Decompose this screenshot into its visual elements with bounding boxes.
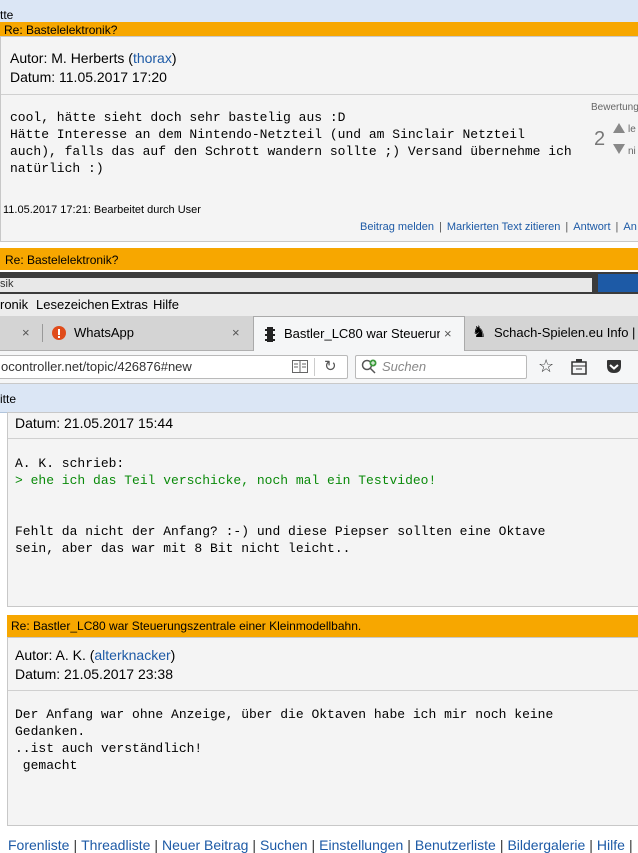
taskbar-text: sik	[0, 278, 14, 290]
post-header-next: Re: Bastelelektronik?	[0, 248, 638, 270]
post-2-quote: > ehe ich das Teil verschicke, noch mal …	[15, 473, 437, 488]
rating-up-label: le	[628, 124, 636, 135]
whatsapp-alert-icon	[52, 326, 66, 340]
tab-bastler-lc80[interactable]: Bastler_LC80 war Steuerungsz ×	[253, 316, 465, 351]
tab-schach-label: Schach-Spielen.eu Info | Sch	[494, 325, 638, 340]
post-header-1-text: Re: Bastelelektronik?	[4, 23, 118, 36]
post-header-3-text: Re: Bastler_LC80 war Steuerungszentrale …	[11, 619, 362, 633]
post-2: Datum: 21.05.2017 15:44 A. K. schrieb: >…	[7, 412, 638, 607]
rating-label: Bewertung	[591, 102, 638, 113]
reload-icon[interactable]: ↻	[324, 357, 337, 375]
report-post-link[interactable]: Beitrag melden	[360, 221, 434, 233]
post-1-divider	[1, 94, 638, 95]
url-bar[interactable]: ocontroller.net/topic/426876#new ↻	[0, 355, 348, 379]
footer-link-hilfe[interactable]: Hilfe	[597, 837, 625, 853]
search-placeholder: Suchen	[382, 359, 427, 374]
close-icon[interactable]: ×	[444, 317, 452, 351]
reply-with-quote-link[interactable]: An	[623, 221, 636, 233]
author-link-thorax[interactable]: thorax	[133, 50, 172, 66]
top-strip-text: tte	[0, 8, 14, 22]
reader-view-icon[interactable]	[292, 360, 308, 373]
post-3-date: Datum: 21.05.2017 23:38	[15, 666, 174, 682]
pocket-icon[interactable]	[606, 359, 622, 374]
post-2-date: Datum: 21.05.2017 15:44	[15, 415, 174, 431]
post-3-divider	[8, 690, 638, 691]
footer-link-neuer-beitrag[interactable]: Neuer Beitrag	[162, 837, 248, 853]
tab-whatsapp-label: WhatsApp	[74, 325, 134, 340]
post-header-1: Re: Bastelelektronik?	[0, 22, 638, 36]
taskbar-button[interactable]	[598, 274, 638, 292]
menu-item-elektronik[interactable]: ronik	[0, 297, 28, 312]
footer-link-bildergalerie[interactable]: Bildergalerie	[507, 837, 585, 853]
search-icon	[361, 359, 377, 374]
rating-value: 2	[594, 128, 606, 150]
post-2-quote-intro: A. K. schrieb:	[15, 456, 125, 471]
post-1-actions: Beitrag melden | Markierten Text zitieren |…	[360, 221, 637, 233]
post-1-edited: 11.05.2017 17:21: Bearbeitet durch User	[3, 204, 201, 216]
menu-item-lesezeichen[interactable]: Lesezeichen	[36, 297, 109, 312]
close-icon[interactable]: ×	[22, 316, 30, 350]
microcontroller-icon	[265, 327, 275, 342]
forum-nav-strip: itte	[0, 384, 638, 413]
bookmarks-library-icon[interactable]	[571, 359, 587, 375]
footer-link-benutzerliste[interactable]: Benutzerliste	[415, 837, 496, 853]
rating-down-label: ni	[628, 146, 636, 157]
post-1-author: Autor: M. Herberts (thorax)	[10, 50, 177, 66]
tab-bastler-label: Bastler_LC80 war Steuerungsz	[284, 326, 440, 341]
post-3: Autor: A. K. (alterknacker) Datum: 21.05…	[7, 637, 638, 826]
post-2-divider	[8, 438, 638, 439]
footer-nav: Forenliste | Threadliste | Neuer Beitrag | Suc…	[8, 837, 633, 853]
tab-schach[interactable]: ♞ Schach-Spielen.eu Info | Sch	[470, 316, 638, 350]
footer-link-einstellungen[interactable]: Einstellungen	[319, 837, 403, 853]
taskbar-strip: sik	[0, 272, 638, 294]
post-1: Autor: M. Herberts (thorax) Datum: 11.05…	[0, 36, 638, 242]
nav-bar: ocontroller.net/topic/426876#new ↻ Suche…	[0, 351, 638, 384]
forum-nav-text: itte	[0, 392, 17, 406]
post-3-author: Autor: A. K. (alterknacker)	[15, 647, 176, 663]
tab-whatsapp[interactable]: WhatsApp ×	[50, 316, 250, 350]
post-3-body: Der Anfang war ohne Anzeige, über die Ok…	[15, 707, 554, 773]
tab-1[interactable]: ×	[0, 316, 42, 350]
menu-item-hilfe[interactable]: Hilfe	[153, 297, 179, 312]
quote-marked-link[interactable]: Markierten Text zitieren	[447, 221, 561, 233]
tab-separator	[42, 324, 43, 342]
search-input[interactable]: Suchen	[355, 355, 527, 379]
author-link-alterknacker[interactable]: alterknacker	[94, 647, 170, 663]
post-1-date: Datum: 11.05.2017 17:20	[10, 69, 167, 85]
post-header-next-text: Re: Bastelelektronik?	[5, 253, 119, 267]
bookmark-star-icon[interactable]: ☆	[538, 356, 554, 377]
url-text: ocontroller.net/topic/426876#new	[1, 359, 192, 374]
footer-link-forenliste[interactable]: Forenliste	[8, 837, 69, 853]
footer-link-suchen[interactable]: Suchen	[260, 837, 307, 853]
reply-link[interactable]: Antwort	[573, 221, 610, 233]
vote-down-icon[interactable]	[613, 144, 625, 154]
tab-bar: × WhatsApp × Bastler_LC80 war Steuerungs…	[0, 316, 638, 351]
close-icon[interactable]: ×	[232, 316, 240, 350]
menu-bar: ronik Lesezeichen Extras Hilfe	[0, 294, 638, 316]
post-2-body: Fehlt da nicht der Anfang? :-) und diese…	[15, 524, 546, 556]
chess-knight-icon: ♞	[472, 324, 487, 341]
footer-link-threadliste[interactable]: Threadliste	[81, 837, 150, 853]
menu-item-extras[interactable]: Extras	[111, 297, 148, 312]
post-header-3: Re: Bastler_LC80 war Steuerungszentrale …	[7, 615, 638, 637]
vote-up-icon[interactable]	[613, 123, 625, 133]
post-1-body: cool, hätte sieht doch sehr bastelig aus…	[10, 110, 572, 176]
